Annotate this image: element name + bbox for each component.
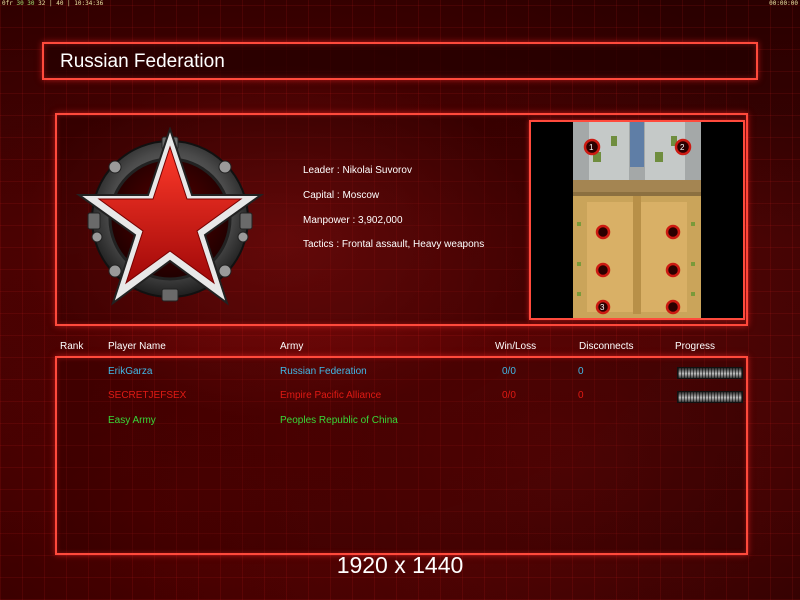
progress-bar [677, 367, 743, 379]
header-rank: Rank [60, 341, 84, 352]
table-row[interactable]: SECRETJEFSEX Empire Pacific Alliance 0/0… [57, 390, 746, 404]
resolution-label: 1920 x 1440 [336, 552, 464, 578]
faction-info-panel: Leader : Nikolai Suvorov Capital : Mosco… [55, 113, 748, 326]
capital-text: Capital : Moscow [303, 190, 380, 201]
player-win-loss: 0/0 [502, 390, 516, 401]
player-army: Empire Pacific Alliance [280, 390, 382, 401]
map-preview-icon: 1 2 3 [531, 122, 743, 318]
header-disconnects: Disconnects [579, 341, 634, 352]
clock-left: 10:34:36 [74, 0, 104, 7]
player-name: Easy Army [108, 415, 156, 426]
progress-bar [677, 391, 743, 403]
header-win-loss: Win/Loss [495, 341, 537, 352]
player-disconnects: 0 [578, 390, 584, 401]
leader-text: Leader : Nikolai Suvorov [303, 165, 412, 176]
player-disconnects: 0 [578, 366, 584, 377]
table-row[interactable]: Easy Army Peoples Republic of China [57, 415, 746, 429]
faction-emblem-icon [75, 127, 265, 306]
tactics-text: Tactics : Frontal assault, Heavy weapons [303, 239, 485, 250]
table-row[interactable]: ErikGarza Russian Federation 0/0 0 [57, 366, 746, 380]
header-progress: Progress [675, 341, 716, 352]
player-name: ErikGarza [108, 366, 153, 377]
clock-right: 00:00:00 [769, 0, 798, 7]
start-label-3: 3 [600, 303, 605, 312]
minimap[interactable]: 1 2 3 [529, 120, 745, 320]
manpower-text: Manpower : 3,902,000 [303, 215, 403, 226]
player-army: Russian Federation [280, 366, 367, 377]
player-army: Peoples Republic of China [280, 415, 398, 426]
extra-readout: 32 | 40 | [38, 0, 71, 7]
title-bar: Russian Federation [42, 42, 758, 80]
start-label-2: 2 [680, 143, 685, 152]
frame-counter: 0fr [2, 0, 13, 7]
player-win-loss: 0/0 [502, 366, 516, 377]
player-list-panel: ErikGarza Russian Federation 0/0 0 SECRE… [55, 356, 748, 555]
header-player-name: Player Name [108, 341, 166, 352]
debug-stats-left: 0fr 30 30 32 | 40 | 10:34:36 [2, 0, 103, 8]
page-title: Russian Federation [60, 51, 225, 72]
header-army: Army [280, 341, 304, 352]
start-label-1: 1 [589, 143, 594, 152]
fps-readout: 30 30 [16, 0, 35, 7]
player-name: SECRETJEFSEX [108, 390, 187, 401]
